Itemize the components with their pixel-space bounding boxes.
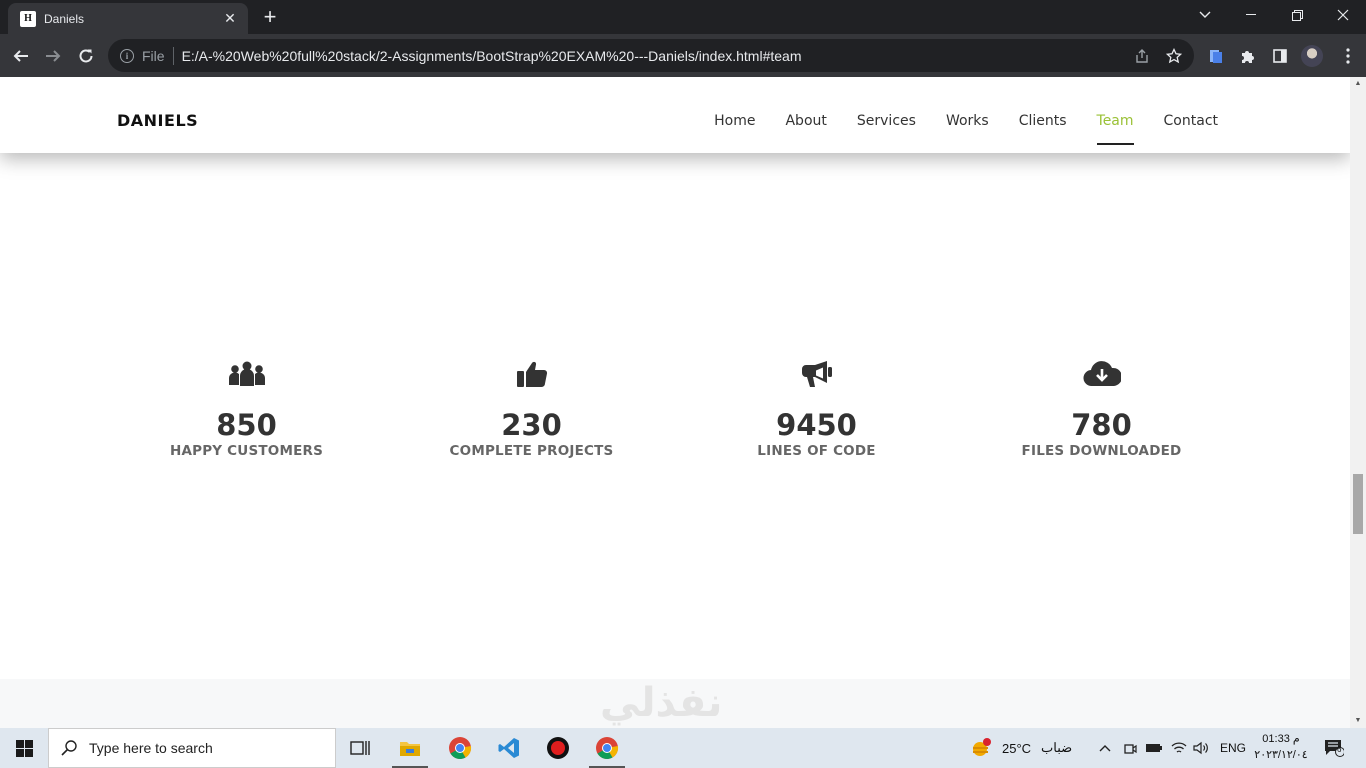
tab-close-icon[interactable]: ✕ — [222, 10, 238, 27]
weather-sun-icon — [973, 738, 991, 756]
page-viewport: DANIELS Home About Services Works Client… — [0, 77, 1350, 728]
nav-link-team[interactable]: Team — [1096, 113, 1134, 145]
stat-item: 780 FILES DOWNLOADED — [959, 357, 1244, 459]
users-icon — [227, 357, 267, 391]
site-navbar: DANIELS Home About Services Works Client… — [0, 77, 1350, 153]
file-explorer-icon[interactable] — [386, 728, 434, 768]
site-favicon-icon: H — [20, 10, 36, 27]
nav-link-clients[interactable]: Clients — [1019, 113, 1067, 129]
bookmark-star-icon[interactable] — [1166, 39, 1182, 72]
meet-now-icon[interactable] — [1123, 728, 1137, 768]
back-button[interactable] — [6, 41, 36, 71]
taskbar-search-input[interactable]: Type here to search — [48, 728, 336, 768]
site-brand[interactable]: DANIELS — [117, 111, 198, 130]
address-url[interactable]: E:/A-%20Web%20full%20stack/2-Assignments… — [182, 48, 802, 64]
browser-tab[interactable]: H Daniels ✕ — [8, 3, 248, 34]
stat-item: 850 HAPPY CUSTOMERS — [104, 357, 389, 459]
stats-section: 850 HAPPY CUSTOMERS 230 COMPLETE PROJECT… — [104, 357, 1244, 459]
stat-label: LINES OF CODE — [757, 443, 876, 459]
extensions-puzzle-icon[interactable] — [1237, 45, 1259, 67]
scroll-up-arrow-icon[interactable]: ▲ — [1350, 77, 1366, 91]
stat-number: 9450 — [776, 408, 857, 442]
site-info-icon[interactable]: i — [120, 48, 134, 63]
stat-label: COMPLETE PROJECTS — [449, 443, 614, 459]
profile-avatar[interactable] — [1301, 45, 1323, 67]
close-window-button[interactable] — [1320, 0, 1366, 30]
tray-chevron-up-icon[interactable] — [1099, 728, 1111, 768]
nav-link-works[interactable]: Works — [946, 113, 989, 129]
tab-title: Daniels — [44, 11, 85, 26]
stat-number: 850 — [216, 408, 277, 442]
browser-menu-icon[interactable] — [1337, 45, 1359, 67]
extension-icon[interactable] — [1205, 45, 1227, 67]
thumbs-up-icon — [512, 357, 552, 391]
weather-widget[interactable]: 25°C ضباب — [970, 728, 1072, 768]
stat-number: 230 — [501, 408, 562, 442]
browser-toolbar: i File E:/A-%20Web%20full%20stack/2-Assi… — [0, 34, 1366, 77]
restore-button[interactable] — [1274, 0, 1320, 30]
battery-icon[interactable] — [1145, 728, 1163, 768]
page-scrollbar[interactable]: ▲ ▼ — [1350, 77, 1366, 728]
reload-button[interactable] — [71, 41, 101, 71]
weather-temperature: 25°C — [1002, 740, 1032, 756]
nav-link-about[interactable]: About — [785, 113, 826, 129]
screen-recorder-icon[interactable] — [534, 728, 582, 768]
nav-link-contact[interactable]: Contact — [1164, 113, 1218, 129]
chrome-active-icon[interactable] — [583, 728, 631, 768]
windows-start-button[interactable] — [0, 728, 48, 768]
notification-center-icon[interactable]: 6 — [1324, 728, 1344, 768]
address-scheme: File — [142, 47, 165, 64]
side-panel-icon[interactable] — [1269, 45, 1291, 67]
vscode-icon[interactable] — [485, 728, 533, 768]
stat-label: FILES DOWNLOADED — [1021, 443, 1182, 459]
search-placeholder: Type here to search — [89, 740, 213, 756]
nav-link-services[interactable]: Services — [857, 113, 916, 129]
megaphone-icon — [797, 357, 837, 391]
scrollbar-thumb[interactable] — [1353, 474, 1363, 534]
language-indicator[interactable]: ENG — [1220, 728, 1246, 768]
task-view-icon[interactable] — [336, 728, 384, 768]
search-icon — [61, 740, 77, 756]
chrome-icon[interactable] — [436, 728, 484, 768]
new-tab-button[interactable]: + — [258, 5, 282, 29]
notification-count-badge: 6 — [1337, 745, 1342, 754]
share-icon[interactable] — [1134, 39, 1150, 72]
stat-number: 780 — [1071, 408, 1132, 442]
watermark-logo: نفذلي — [600, 680, 723, 726]
clock-time: 01:33 م — [1262, 733, 1300, 745]
stat-label: HAPPY CUSTOMERS — [169, 443, 324, 459]
stat-item: 230 COMPLETE PROJECTS — [389, 357, 674, 459]
scroll-down-arrow-icon[interactable]: ▼ — [1350, 714, 1366, 728]
nav-link-home[interactable]: Home — [714, 113, 755, 129]
minimize-button[interactable] — [1228, 0, 1274, 30]
stat-item: 9450 LINES OF CODE — [674, 357, 959, 459]
browser-tab-bar: H Daniels ✕ + — [0, 0, 1366, 34]
clock-date: ٢٠٢٣/١٢/٠٤ — [1254, 749, 1308, 761]
volume-icon[interactable] — [1193, 728, 1209, 768]
address-bar[interactable]: i File E:/A-%20Web%20full%20stack/2-Assi… — [108, 39, 1194, 72]
wifi-icon[interactable] — [1171, 728, 1187, 768]
cloud-download-icon — [1082, 357, 1122, 391]
nav-links: Home About Services Works Clients Team C… — [684, 113, 1218, 145]
address-separator — [172, 46, 174, 65]
forward-button[interactable] — [38, 41, 68, 71]
tab-search-chevron-icon[interactable] — [1182, 0, 1228, 30]
windows-taskbar: Type here to search 25°C ضباب ENG 01:33 … — [0, 728, 1366, 768]
weather-description: ضباب — [1041, 740, 1073, 755]
taskbar-clock[interactable]: 01:33 م ٢٠٢٣/١٢/٠٤ — [1252, 731, 1310, 763]
windows-logo-icon — [15, 739, 33, 757]
